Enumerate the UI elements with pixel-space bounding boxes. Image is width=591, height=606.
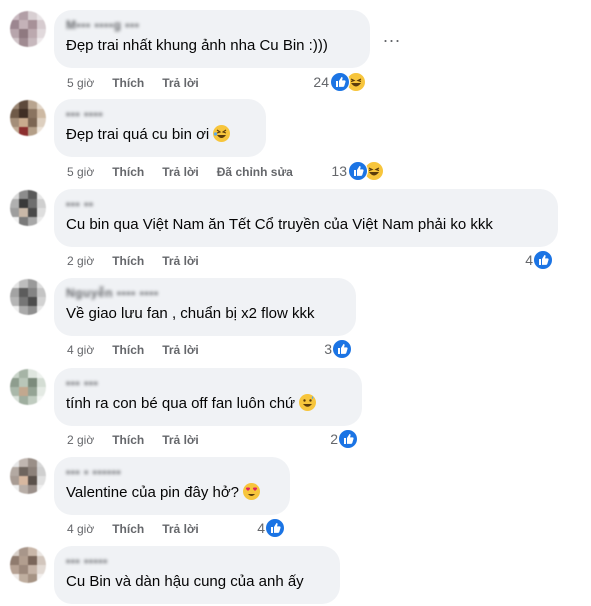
comment-actions: 4 giờ Thích Trả lời xyxy=(67,342,217,358)
avatar[interactable] xyxy=(10,458,46,494)
reply-button[interactable]: Trả lời xyxy=(162,343,199,357)
comment-bubble: M▪▪▪ ▪▪▪▪g ▪▪▪ Đẹp trai nhất khung ảnh n… xyxy=(54,10,370,68)
rofl-emoji xyxy=(213,125,231,142)
comment-bubble: ▪▪▪ ▪▪▪▪▪ Cu Bin và dàn hậu cung của anh… xyxy=(54,546,340,604)
reaction-count: 13 xyxy=(331,163,347,179)
comment-actions: 4 giờ Thích Trả lời xyxy=(67,521,217,537)
like-icon xyxy=(348,161,368,181)
comment-text: Valentine của pin đây hở? xyxy=(66,483,278,503)
avatar[interactable] xyxy=(10,279,46,315)
reply-button[interactable]: Trả lời xyxy=(162,522,199,536)
reaction-summary[interactable]: 13 xyxy=(326,161,386,181)
comment-bubble: ▪▪▪ ▪ ▪▪▪▪▪▪ Valentine của pin đây hở? xyxy=(54,457,290,515)
like-button[interactable]: Thích xyxy=(112,522,144,536)
comment-time[interactable]: 5 giờ xyxy=(67,76,94,90)
reaction-summary[interactable]: 2 xyxy=(318,429,360,449)
reply-button[interactable]: Trả lời xyxy=(162,254,199,268)
reaction-summary[interactable]: 24 xyxy=(308,72,368,92)
like-icon xyxy=(332,339,352,359)
comment-text-content: Valentine của pin đây hở? xyxy=(66,484,240,501)
heart-eyes-emoji xyxy=(243,483,261,500)
comment-actions: 2 giờ Thích Trả lời xyxy=(67,253,217,269)
like-button[interactable]: Thích xyxy=(112,254,144,268)
reply-button[interactable]: Trả lời xyxy=(162,433,199,447)
like-button[interactable]: Thích xyxy=(112,165,144,179)
comment-text: Cu Bin và dàn hậu cung của anh ấy xyxy=(66,573,304,590)
comment-author[interactable]: ▪▪▪ ▪ ▪▪▪▪▪▪ xyxy=(66,465,278,479)
comment-text-content: tính ra con bé qua off fan luôn chứ xyxy=(66,395,296,412)
reaction-summary[interactable]: 4 xyxy=(245,518,287,538)
comment-author[interactable]: ▪▪▪ ▪▪▪▪▪ xyxy=(66,554,328,568)
comment-text: Cu bin qua Việt Nam ăn Tết Cổ truyền của… xyxy=(66,216,493,233)
reaction-summary[interactable]: 4 xyxy=(513,250,555,270)
like-icon xyxy=(330,72,350,92)
comment-time[interactable]: 2 giờ xyxy=(67,254,94,268)
avatar[interactable] xyxy=(10,100,46,136)
avatar[interactable] xyxy=(10,190,46,226)
like-button[interactable]: Thích xyxy=(112,76,144,90)
comment-bubble: Nguyễn ▪▪▪▪ ▪▪▪▪ Về giao lưu fan , chuẩn… xyxy=(54,278,356,336)
comment-text: Đẹp trai quá cu bin ơi xyxy=(66,125,254,145)
comment-time[interactable]: 2 giờ xyxy=(67,433,94,447)
edited-label[interactable]: Đã chỉnh sửa xyxy=(217,165,293,179)
more-options-button[interactable]: ... xyxy=(383,27,401,45)
comment-time[interactable]: 5 giờ xyxy=(67,165,94,179)
comment-author[interactable]: ▪▪▪ ▪▪▪▪ xyxy=(66,107,254,121)
comment-text: Về giao lưu fan , chuẩn bị x2 flow kkk xyxy=(66,305,315,322)
comment-bubble: ▪▪▪ ▪▪▪ tính ra con bé qua off fan luôn … xyxy=(54,368,362,426)
avatar[interactable] xyxy=(10,11,46,47)
comment-text-content: Đẹp trai quá cu bin ơi xyxy=(66,126,210,143)
reply-button[interactable]: Trả lời xyxy=(162,165,199,179)
comment-bubble: ▪▪▪ ▪▪▪▪ Đẹp trai quá cu bin ơi xyxy=(54,99,266,157)
like-button[interactable]: Thích xyxy=(112,433,144,447)
grin-sweat-emoji xyxy=(299,394,317,411)
reaction-count: 3 xyxy=(324,341,332,357)
like-icon xyxy=(338,429,358,449)
comment-actions: 5 giờ Thích Trả lời Đã chỉnh sửa xyxy=(67,164,311,180)
reply-button[interactable]: Trả lời xyxy=(162,76,199,90)
comment-author[interactable]: ▪▪▪ ▪▪ xyxy=(66,197,546,211)
like-button[interactable]: Thích xyxy=(112,343,144,357)
comment-text: tính ra con bé qua off fan luôn chứ xyxy=(66,394,350,414)
reaction-count: 4 xyxy=(525,252,533,268)
comment-actions: 2 giờ Thích Trả lời xyxy=(67,432,217,448)
reaction-summary[interactable]: 3 xyxy=(312,339,354,359)
comment-bubble: ▪▪▪ ▪▪ Cu bin qua Việt Nam ăn Tết Cổ tru… xyxy=(54,189,558,247)
comment-author[interactable]: Nguyễn ▪▪▪▪ ▪▪▪▪ xyxy=(66,286,344,300)
like-icon xyxy=(533,250,553,270)
comment-author[interactable]: ▪▪▪ ▪▪▪ xyxy=(66,376,350,390)
comment-time[interactable]: 4 giờ xyxy=(67,522,94,536)
reaction-count: 24 xyxy=(313,74,329,90)
like-icon xyxy=(265,518,285,538)
reaction-count: 2 xyxy=(330,431,338,447)
comment-time[interactable]: 4 giờ xyxy=(67,343,94,357)
comment-text: Đẹp trai nhất khung ảnh nha Cu Bin :))) xyxy=(66,37,328,54)
reaction-count: 4 xyxy=(257,520,265,536)
avatar[interactable] xyxy=(10,369,46,405)
avatar[interactable] xyxy=(10,547,46,583)
comment-author[interactable]: M▪▪▪ ▪▪▪▪g ▪▪▪ xyxy=(66,18,358,32)
comment-actions: 5 giờ Thích Trả lời xyxy=(67,75,217,91)
